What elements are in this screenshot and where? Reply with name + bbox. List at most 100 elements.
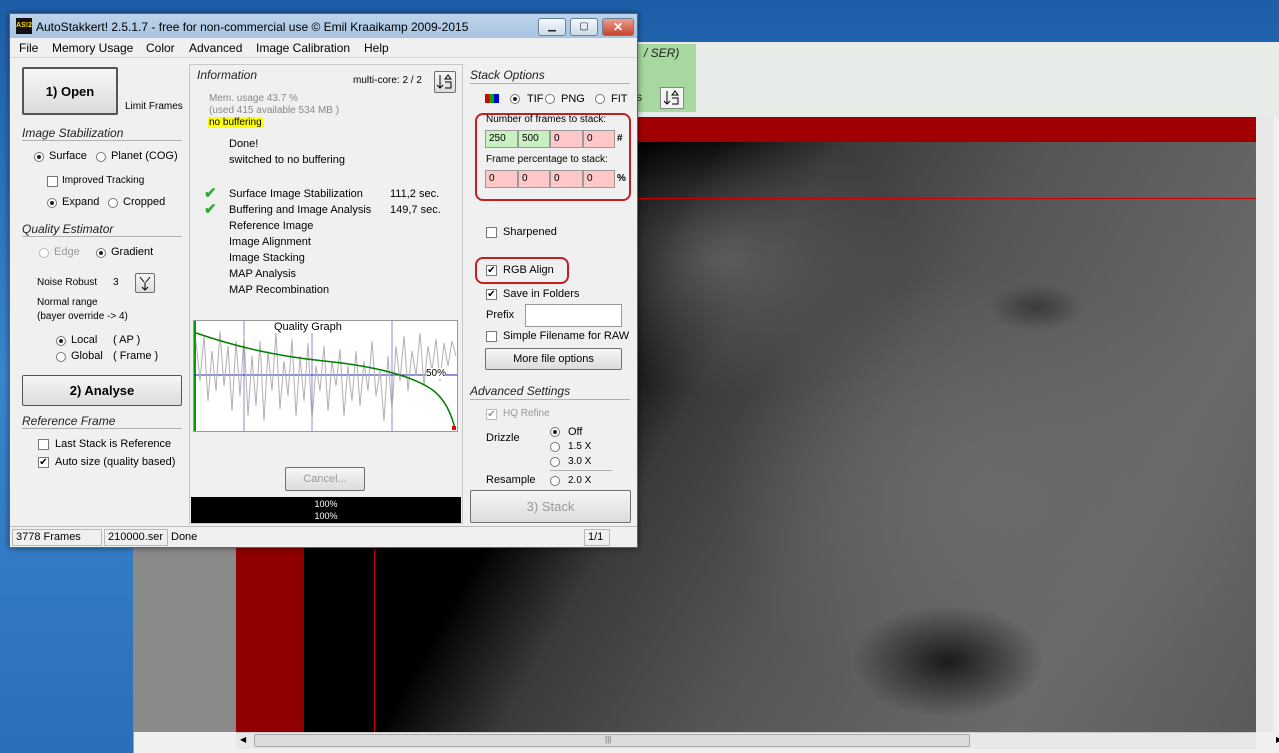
status-text: Done bbox=[171, 531, 198, 543]
window-title: AutoStakkert! 2.5.1.7 - free for non-com… bbox=[36, 20, 469, 34]
hq-refine-checkbox[interactable]: ✔ bbox=[486, 409, 497, 420]
frames-input-2[interactable]: 500 bbox=[518, 130, 550, 148]
limit-frames-label[interactable]: Limit Frames bbox=[125, 101, 183, 112]
drizzle-15-radio[interactable] bbox=[550, 442, 560, 452]
drizzle-30-radio[interactable] bbox=[550, 457, 560, 467]
gradient-label: Gradient bbox=[111, 246, 154, 258]
alignment-vertical-line bbox=[374, 550, 375, 732]
cancel-button[interactable]: Cancel... bbox=[285, 467, 365, 491]
sharpened-checkbox[interactable] bbox=[486, 227, 497, 238]
switched-label: switched to no buffering bbox=[229, 154, 345, 166]
rgb-align-checkbox[interactable]: ✔ bbox=[486, 265, 497, 276]
step-label: Image Stacking bbox=[229, 252, 305, 264]
frames-input-3[interactable]: 0 bbox=[550, 130, 583, 148]
expand-label: Expand bbox=[62, 196, 100, 208]
noise-stepper[interactable] bbox=[135, 273, 155, 293]
step-label: Buffering and Image Analysis bbox=[229, 204, 372, 216]
done-label: Done! bbox=[229, 138, 259, 150]
auto-size-checkbox[interactable]: ✔ bbox=[38, 457, 49, 468]
resample-20-label: 2.0 X bbox=[568, 475, 592, 486]
analyse-button-label: 2) Analyse bbox=[69, 383, 135, 398]
menu-file[interactable]: File bbox=[19, 41, 38, 55]
scroll-grip-icon: ||| bbox=[605, 735, 612, 744]
expand-radio[interactable] bbox=[47, 198, 57, 208]
rgb-align-label: RGB Align bbox=[503, 264, 554, 276]
title-bar[interactable]: AS!2 AutoStakkert! 2.5.1.7 - free for no… bbox=[10, 14, 637, 38]
cropped-radio[interactable] bbox=[108, 198, 118, 208]
gradient-radio[interactable] bbox=[96, 248, 106, 258]
tif-radio[interactable] bbox=[510, 94, 520, 104]
close-button[interactable]: ✕ bbox=[602, 18, 634, 36]
tif-label: TIF bbox=[527, 93, 544, 105]
separator bbox=[22, 140, 182, 141]
menu-bar: File Memory Usage Color Advanced Image C… bbox=[10, 38, 637, 58]
planet-label: Planet (COG) bbox=[111, 150, 178, 162]
maximize-icon: ▢ bbox=[579, 21, 589, 32]
sharpened-label: Sharpened bbox=[503, 226, 557, 238]
percentage-input-2[interactable]: 0 bbox=[518, 170, 550, 188]
save-in-folders-checkbox[interactable]: ✔ bbox=[486, 289, 497, 300]
menu-memory-usage[interactable]: Memory Usage bbox=[52, 41, 133, 55]
auto-size-label: Auto size (quality based) bbox=[55, 456, 176, 468]
last-stack-label: Last Stack is Reference bbox=[55, 438, 172, 450]
edge-label: Edge bbox=[54, 246, 80, 258]
local-ap-label: ( AP ) bbox=[113, 334, 141, 346]
minimize-button[interactable]: ▁ bbox=[538, 18, 566, 36]
improved-tracking-checkbox[interactable] bbox=[47, 176, 58, 187]
quality-graph bbox=[193, 320, 458, 432]
more-file-options-button[interactable]: More file options bbox=[485, 348, 622, 370]
minimize-icon: ▁ bbox=[548, 21, 556, 32]
surface-radio[interactable] bbox=[34, 152, 44, 162]
png-radio[interactable] bbox=[545, 94, 555, 104]
menu-help[interactable]: Help bbox=[364, 41, 389, 55]
noise-robust-label: Noise Robust bbox=[37, 277, 98, 288]
local-radio[interactable] bbox=[56, 336, 66, 346]
simple-filename-label: Simple Filename for RAW bbox=[503, 330, 630, 342]
menu-advanced[interactable]: Advanced bbox=[189, 41, 242, 55]
stack-button[interactable]: 3) Stack bbox=[470, 490, 631, 523]
scrollbar-thumb[interactable]: ||| bbox=[254, 734, 970, 747]
menu-color[interactable]: Color bbox=[146, 41, 175, 55]
frames-input-4[interactable]: 0 bbox=[583, 130, 615, 148]
prefix-input[interactable] bbox=[525, 304, 622, 327]
step-time: 111,2 sec. bbox=[390, 188, 440, 200]
quality-graph-percentage: 50% bbox=[426, 368, 447, 379]
percentage-input-3[interactable]: 0 bbox=[550, 170, 583, 188]
separator bbox=[22, 236, 182, 237]
percentage-to-stack-label: Frame percentage to stack: bbox=[486, 154, 608, 165]
background-sort-button[interactable] bbox=[660, 87, 684, 109]
edge-radio[interactable] bbox=[39, 248, 49, 258]
last-stack-checkbox[interactable] bbox=[38, 439, 49, 450]
global-frame-label: ( Frame ) bbox=[113, 350, 159, 362]
checkmark-icon: ✔ bbox=[204, 201, 217, 218]
drizzle-off-radio[interactable] bbox=[550, 427, 560, 437]
improved-tracking-label: Improved Tracking bbox=[62, 175, 145, 186]
advanced-settings-title: Advanced Settings bbox=[470, 384, 571, 398]
resample-label: Resample bbox=[486, 474, 536, 486]
percentage-input-1[interactable]: 0 bbox=[485, 170, 518, 188]
cropped-label: Cropped bbox=[123, 196, 166, 208]
maximize-button[interactable]: ▢ bbox=[570, 18, 598, 36]
page-indicator: 1/1 bbox=[584, 529, 610, 546]
drizzle-30-label: 3.0 X bbox=[568, 456, 592, 467]
simple-filename-checkbox[interactable] bbox=[486, 331, 497, 342]
open-button[interactable]: 1) Open bbox=[22, 67, 118, 115]
analyse-button[interactable]: 2) Analyse bbox=[22, 375, 182, 406]
fit-radio[interactable] bbox=[595, 94, 605, 104]
step-time: 149,7 sec. bbox=[390, 204, 441, 216]
surface-label: Surface bbox=[49, 150, 87, 162]
save-in-folders-label: Save in Folders bbox=[503, 288, 580, 300]
cancel-button-label: Cancel... bbox=[303, 473, 347, 485]
vertical-scrollbar[interactable] bbox=[1256, 117, 1273, 732]
resample-20-radio[interactable] bbox=[550, 476, 560, 486]
menu-image-calibration[interactable]: Image Calibration bbox=[256, 41, 350, 55]
frames-input-1[interactable]: 250 bbox=[485, 130, 518, 148]
percentage-input-4[interactable]: 0 bbox=[583, 170, 615, 188]
scroll-left-icon[interactable]: ◀ bbox=[240, 735, 246, 744]
planet-radio[interactable] bbox=[96, 152, 106, 162]
sort-button[interactable] bbox=[434, 71, 456, 93]
step-label: MAP Analysis bbox=[229, 268, 297, 280]
global-radio[interactable] bbox=[56, 352, 66, 362]
information-title: Information bbox=[197, 68, 258, 82]
separator bbox=[550, 470, 612, 471]
